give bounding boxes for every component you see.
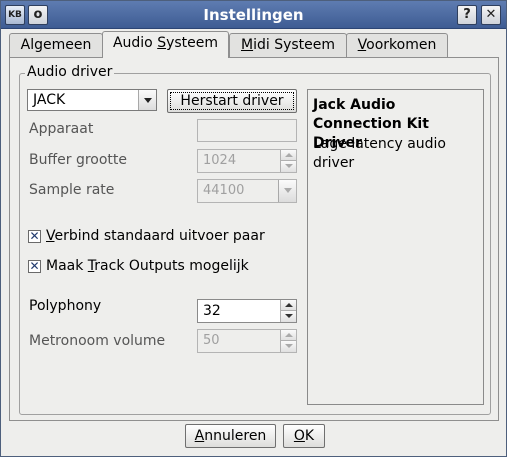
cancel-button[interactable]: Annuleren <box>185 424 276 448</box>
tab-voorkomen[interactable]: Voorkomen <box>346 33 448 57</box>
chevron-down-icon[interactable] <box>278 180 296 202</box>
tab-midi-systeem[interactable]: Midi Systeem <box>229 33 347 57</box>
tab-algemeen[interactable]: Algemeen <box>9 33 103 57</box>
mnemonic: V <box>46 228 55 244</box>
device-label: Apparaat <box>29 121 94 137</box>
tab-audio-systeem[interactable]: Audio Systeem <box>102 31 229 58</box>
spin-down-icon[interactable] <box>281 311 296 322</box>
buffer-size-spinbox[interactable]: 1024 <box>197 149 297 173</box>
driver-select-value: JACK <box>33 92 66 108</box>
sample-rate-label: Sample rate <box>29 182 115 198</box>
sample-rate-value: 44100 <box>203 183 245 198</box>
driver-info-description: Lage latency audio driver <box>313 136 446 171</box>
button-label: nnuleren <box>204 428 267 444</box>
restart-driver-button[interactable]: Herstart driver <box>167 89 297 113</box>
spin-up-icon[interactable] <box>281 150 296 161</box>
window-title: Instellingen <box>203 6 304 24</box>
device-field[interactable] <box>197 119 297 142</box>
polyphony-spinbox[interactable]: 32 <box>197 299 297 323</box>
close-button[interactable]: ✕ <box>481 5 501 25</box>
spin-down-icon[interactable] <box>281 161 296 172</box>
tab-label-mnemonic: S <box>157 35 167 51</box>
spin-up-icon[interactable] <box>281 300 296 311</box>
mnemonic: O <box>293 428 305 444</box>
enable-track-outputs-checkbox[interactable]: ✕ <box>28 260 41 273</box>
button-label: K <box>304 428 315 444</box>
enable-track-outputs-label[interactable]: Maak Track Outputs mogelijk <box>46 258 249 274</box>
label-text-pre: Maak <box>46 258 88 274</box>
audio-driver-group-title: Audio driver <box>25 64 115 80</box>
mnemonic: A <box>194 428 205 444</box>
spin-down-icon[interactable] <box>281 341 296 352</box>
connect-default-output-label[interactable]: Verbind standaard uitvoer paar <box>46 228 265 244</box>
chevron-down-icon[interactable] <box>138 90 156 110</box>
polyphony-stepper[interactable] <box>280 300 296 322</box>
ok-button[interactable]: OK <box>283 424 325 448</box>
help-button[interactable]: ? <box>457 5 477 25</box>
tab-label-post: ysteem <box>166 35 219 51</box>
polyphony-label: Polyphony <box>29 298 102 314</box>
metronome-volume-stepper[interactable] <box>280 330 296 352</box>
tab-label: Algemeen <box>20 37 92 53</box>
title-bar[interactable]: KB o Instellingen ? ✕ <box>1 1 506 29</box>
label-text: rack Outputs mogelijk <box>94 258 249 274</box>
buffer-size-label: Buffer grootte <box>29 152 127 168</box>
spin-up-icon[interactable] <box>281 330 296 341</box>
connect-default-output-checkbox[interactable]: ✕ <box>28 230 41 243</box>
settings-window: KB o Instellingen ? ✕ Algemeen Audio Sys… <box>0 0 507 457</box>
label-text: erbind standaard uitvoer paar <box>54 228 265 244</box>
tab-label-post: idi Systeem <box>253 37 336 53</box>
polyphony-value: 32 <box>203 303 221 319</box>
metronome-volume-value: 50 <box>203 333 220 348</box>
driver-select[interactable]: JACK <box>27 89 157 111</box>
tab-label-post: oorkomen <box>366 37 437 53</box>
sample-rate-select[interactable]: 44100 <box>197 179 297 203</box>
tab-label-pre: Audio <box>112 35 158 51</box>
tab-label-mnemonic: M <box>240 37 254 53</box>
buffer-size-stepper[interactable] <box>280 150 296 172</box>
tab-label-mnemonic: V <box>357 37 367 53</box>
metronome-volume-spinbox[interactable]: 50 <box>197 329 297 353</box>
metronome-volume-label: Metronoom volume <box>29 333 166 349</box>
buffer-size-value: 1024 <box>203 153 237 168</box>
